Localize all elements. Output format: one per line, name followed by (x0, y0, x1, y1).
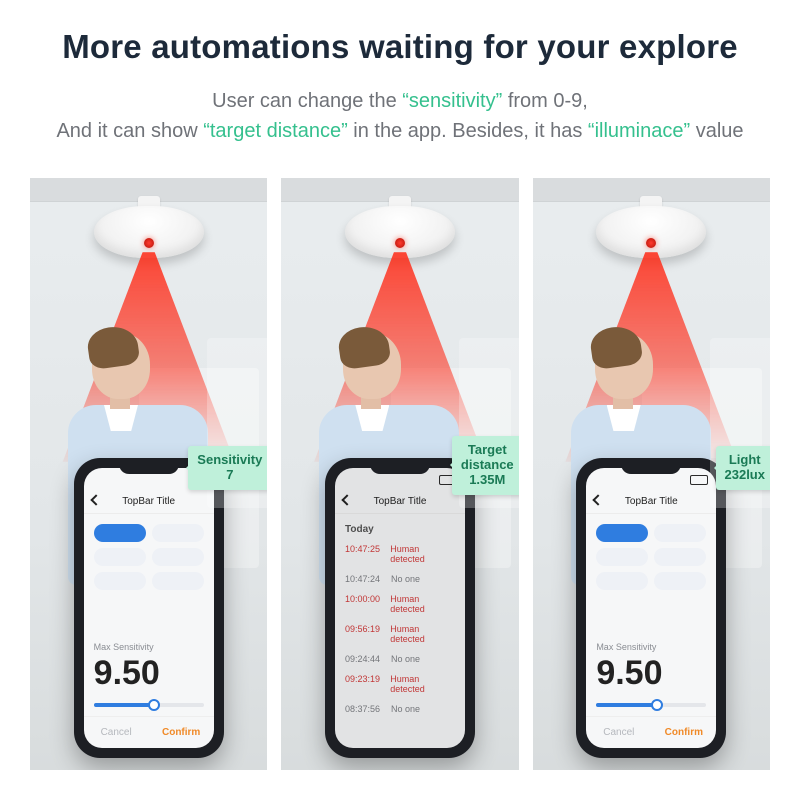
chip[interactable] (596, 548, 648, 566)
log-time: 09:56:19 (345, 624, 382, 644)
log-status: Human detected (390, 624, 455, 644)
app-titlebar: TopBar Title (335, 490, 465, 514)
chip[interactable] (654, 572, 706, 590)
callout-label: Light (725, 453, 765, 468)
panels-row: TopBar Title Max Sensitivity (30, 178, 770, 770)
titlebar-text: TopBar Title (122, 496, 175, 507)
subtitle-line-2: And it can show “target distance” in the… (0, 118, 800, 145)
log-row: 10:47:24 No one (335, 569, 465, 589)
log-status: No one (391, 704, 420, 714)
cancel-button[interactable]: Cancel (84, 717, 149, 748)
back-icon[interactable] (593, 494, 604, 505)
headline: More automations waiting for your explor… (0, 28, 800, 66)
keyword-illuminance: “illuminace” (588, 120, 690, 142)
log-status: No one (391, 574, 420, 584)
log-time: 10:47:24 (345, 574, 383, 584)
panel-sensitivity: TopBar Title Max Sensitivity (30, 178, 267, 770)
log-status: Human detected (390, 594, 455, 614)
callout-light: Light 232lux (716, 446, 770, 490)
callout-value: 1.35M (461, 473, 514, 488)
text: And it can show (56, 120, 197, 142)
section-label: Max Sensitivity (84, 636, 214, 652)
log-row: 09:23:19 Human detected (335, 669, 465, 699)
app-titlebar: TopBar Title (586, 490, 716, 514)
chip[interactable] (94, 572, 146, 590)
confirm-button[interactable]: Confirm (149, 717, 214, 748)
callout-value: 7 (197, 468, 262, 483)
callout-label: Target (461, 443, 514, 458)
sensor-led-icon (395, 238, 405, 248)
phone-notch (119, 458, 179, 474)
panel-target-distance: TopBar Title Today 10:47:25 Human detecte… (281, 178, 518, 770)
log-row: 09:56:19 Human detected (335, 619, 465, 649)
app-screen-settings: TopBar Title Max Sensitivity (84, 468, 214, 748)
presence-sensor (94, 206, 204, 258)
subtitle-line-1: User can change the “sensitivity” from 0… (0, 88, 800, 115)
app-titlebar: TopBar Title (84, 490, 214, 514)
callout-target-distance: Target distance 1.35M (452, 436, 519, 495)
phone-mockup: TopBar Title Max Sensitivity (576, 458, 726, 758)
setting-chips (586, 514, 716, 596)
app-screen-log: TopBar Title Today 10:47:25 Human detecte… (335, 468, 465, 748)
callout-value: 232lux (725, 468, 765, 483)
chip[interactable] (152, 524, 204, 542)
dialog-footer: Cancel Confirm (84, 716, 214, 748)
chip[interactable] (654, 548, 706, 566)
sensor-led-icon (646, 238, 656, 248)
log-status: Human detected (390, 544, 455, 564)
log-date-header: Today (335, 514, 465, 539)
log-row: 10:47:25 Human detected (335, 539, 465, 569)
chip[interactable] (94, 548, 146, 566)
log-status: Human detected (390, 674, 455, 694)
section-label: Max Sensitivity (586, 636, 716, 652)
chip[interactable] (152, 548, 204, 566)
text: from 0-9, (508, 90, 588, 112)
text: value (696, 120, 744, 142)
keyword-sensitivity: “sensitivity” (402, 90, 502, 112)
back-icon[interactable] (341, 494, 352, 505)
sensitivity-slider[interactable] (596, 703, 706, 707)
phone-notch (621, 458, 681, 474)
phone-mockup: TopBar Title Today 10:47:25 Human detecte… (325, 458, 475, 758)
log-time: 09:23:19 (345, 674, 382, 694)
titlebar-text: TopBar Title (625, 496, 678, 507)
cancel-button[interactable]: Cancel (586, 717, 651, 748)
setting-chips (84, 514, 214, 596)
titlebar-text: TopBar Title (374, 496, 427, 507)
marketing-graphic: More automations waiting for your explor… (0, 0, 800, 800)
text: User can change the (212, 90, 397, 112)
log-row: 09:24:44 No one (335, 649, 465, 669)
sensitivity-value: 9.50 (586, 652, 716, 697)
dialog-footer: Cancel Confirm (586, 716, 716, 748)
back-icon[interactable] (90, 494, 101, 505)
presence-sensor (596, 206, 706, 258)
text: in the app. Besides, it has (353, 120, 582, 142)
log-row: 08:37:56 No one (335, 699, 465, 719)
chip[interactable] (596, 572, 648, 590)
sensitivity-value: 9.50 (84, 652, 214, 697)
log-status: No one (391, 654, 420, 664)
callout-sensitivity: Sensitivity 7 (188, 446, 267, 490)
chip[interactable] (152, 572, 204, 590)
phone-mockup: TopBar Title Max Sensitivity (74, 458, 224, 758)
app-screen-settings: TopBar Title Max Sensitivity (586, 468, 716, 748)
log-time: 10:00:00 (345, 594, 382, 614)
sensitivity-slider[interactable] (94, 703, 204, 707)
log-time: 10:47:25 (345, 544, 382, 564)
log-time: 08:37:56 (345, 704, 383, 714)
callout-label: distance (461, 458, 514, 473)
callout-label: Sensitivity (197, 453, 262, 468)
sensor-led-icon (144, 238, 154, 248)
log-time: 09:24:44 (345, 654, 383, 664)
chip[interactable] (654, 524, 706, 542)
phone-notch (370, 458, 430, 474)
chip[interactable] (94, 524, 146, 542)
keyword-target-distance: “target distance” (203, 120, 348, 142)
confirm-button[interactable]: Confirm (651, 717, 716, 748)
log-row: 10:00:00 Human detected (335, 589, 465, 619)
presence-sensor (345, 206, 455, 258)
panel-illuminance: TopBar Title Max Sensitivity (533, 178, 770, 770)
chip[interactable] (596, 524, 648, 542)
